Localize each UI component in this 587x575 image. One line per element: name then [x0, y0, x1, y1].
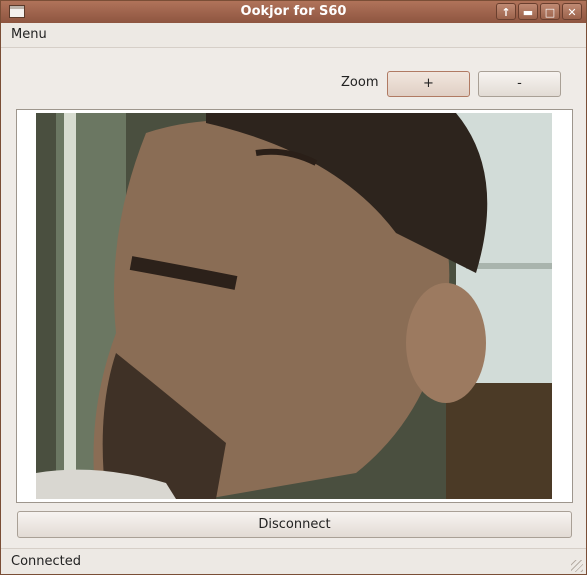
minimize-button[interactable]: ▬	[518, 3, 538, 20]
title-bar[interactable]: Ookjor for S60 ↑ ▬ □ ✕	[1, 1, 586, 23]
zoom-label: Zoom	[341, 75, 379, 90]
menu-menu[interactable]: Menu	[11, 27, 47, 42]
status-bar: Connected	[1, 548, 586, 574]
zoom-out-button[interactable]: -	[478, 71, 561, 97]
disconnect-button[interactable]: Disconnect	[17, 511, 572, 538]
resize-grip[interactable]	[571, 560, 583, 572]
status-text: Connected	[11, 554, 82, 569]
zoom-in-button[interactable]: +	[387, 71, 470, 97]
video-frame	[16, 109, 573, 503]
close-button[interactable]: ✕	[562, 3, 582, 20]
webcam-image	[36, 113, 552, 499]
app-window: Ookjor for S60 ↑ ▬ □ ✕ Menu Zoom + - Dis…	[0, 0, 587, 575]
window-controls: ↑ ▬ □ ✕	[494, 3, 582, 21]
maximize-button[interactable]: □	[540, 3, 560, 20]
menu-bar: Menu	[1, 23, 586, 48]
webcam-video	[36, 113, 552, 499]
shade-button[interactable]: ↑	[496, 3, 516, 20]
